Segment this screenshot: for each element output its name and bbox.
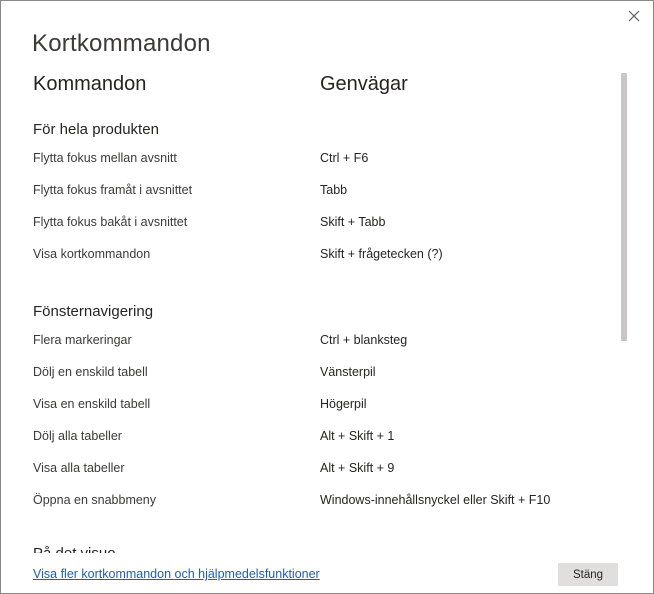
shortcut-row: Visa kortkommandon Skift + frågetecken (… — [1, 247, 621, 279]
command-label: Flytta fokus framåt i avsnittet — [33, 183, 193, 197]
scrollbar[interactable] — [619, 71, 629, 551]
shortcut-row: Dölj alla tabeller Alt + Skift + 1 — [1, 429, 621, 461]
command-label: Dölj alla tabeller — [33, 429, 122, 443]
shortcut-row: Visa en enskild tabell Högerpil — [1, 397, 621, 429]
close-icon[interactable] — [623, 5, 645, 27]
keyboard-shortcuts-dialog: Kortkommandon Kommandon Genvägar För hel… — [0, 0, 654, 594]
command-label: Dölj en enskild tabell — [33, 365, 148, 379]
section-title: Fönsternavigering — [33, 303, 154, 320]
shortcut-row: Flera markeringar Ctrl + blanksteg — [1, 333, 621, 365]
more-shortcuts-link[interactable]: Visa fler kortkommandon och hjälpmedelsf… — [33, 567, 320, 581]
shortcut-row: Flytta fokus bakåt i avsnittet Skift + T… — [1, 215, 621, 247]
shortcut-label: Ctrl + blanksteg — [320, 333, 408, 347]
shortcut-label: Högerpil — [320, 397, 367, 411]
command-label: Visa kortkommandon — [33, 247, 151, 261]
shortcut-label: Alt + Skift + 9 — [320, 461, 395, 475]
command-label: Flytta fokus bakåt i avsnittet — [33, 215, 188, 229]
shortcut-row: Öppna en snabbmeny Windows-innehållsnyck… — [1, 493, 621, 525]
shortcut-label: Windows-innehållsnyckel eller Skift + F1… — [320, 493, 551, 507]
shortcut-row: Visa alla tabeller Alt + Skift + 9 — [1, 461, 621, 493]
section-title: På det visuo — [33, 545, 116, 553]
shortcuts-column-header: Genvägar — [320, 73, 408, 95]
shortcut-label: Vänsterpil — [320, 365, 376, 379]
shortcut-label: Tabb — [320, 183, 348, 197]
scrollbar-thumb[interactable] — [621, 73, 627, 341]
command-label: Öppna en snabbmeny — [33, 493, 157, 507]
command-label: Visa en enskild tabell — [33, 397, 151, 411]
commands-column-header: Kommandon — [33, 73, 147, 95]
close-button[interactable]: Stäng — [558, 563, 618, 586]
command-label: Flera markeringar — [33, 333, 132, 347]
shortcut-label: Ctrl + F6 — [320, 151, 369, 165]
shortcuts-content: Kommandon Genvägar För hela produkten Fl… — [1, 67, 621, 553]
shortcut-row: Dölj en enskild tabell Vänsterpil — [1, 365, 621, 397]
dialog-title: Kortkommandon — [32, 30, 211, 57]
command-label: Visa alla tabeller — [33, 461, 125, 475]
shortcut-label: Skift + Tabb — [320, 215, 386, 229]
command-label: Flytta fokus mellan avsnitt — [33, 151, 177, 165]
shortcut-row: Flytta fokus mellan avsnitt Ctrl + F6 — [1, 151, 621, 183]
section-title: För hela produkten — [33, 121, 159, 138]
shortcut-row: Flytta fokus framåt i avsnittet Tabb — [1, 183, 621, 215]
shortcut-label: Alt + Skift + 1 — [320, 429, 395, 443]
shortcut-label: Skift + frågetecken (?) — [320, 247, 443, 261]
